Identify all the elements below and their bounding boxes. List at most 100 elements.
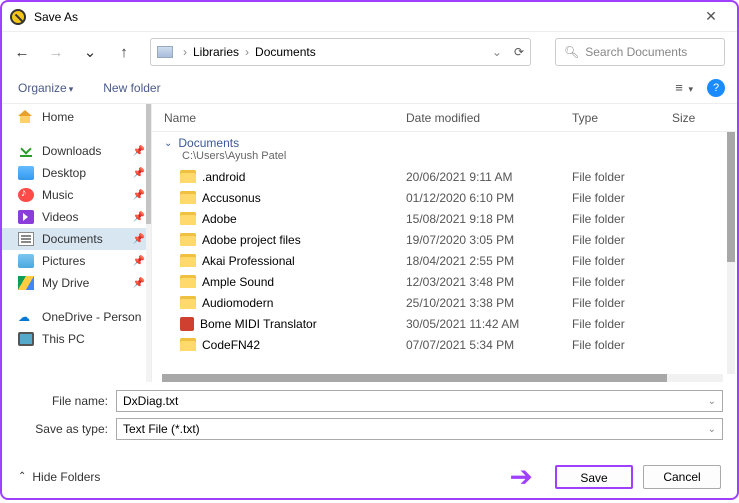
file-type: File folder <box>572 233 672 247</box>
new-folder-button[interactable]: New folder <box>99 79 164 97</box>
sidebar-item-label: Documents <box>42 232 103 246</box>
view-mode-button[interactable]: ≡ ▾ <box>675 80 693 95</box>
file-name: CodeFN42 <box>202 338 260 352</box>
pin-icon: 📌 <box>133 212 145 223</box>
sidebar-item-label: OneDrive - Person <box>42 310 141 324</box>
crumb-libraries[interactable]: Libraries <box>193 45 239 59</box>
group-path: C:\Users\Ayush Patel <box>152 150 737 166</box>
search-input[interactable]: 🔍︎ Search Documents <box>555 38 725 66</box>
file-date: 12/03/2021 3:48 PM <box>406 275 572 289</box>
folder-icon <box>180 191 196 204</box>
back-icon[interactable]: ← <box>14 44 30 61</box>
col-date[interactable]: Date modified <box>406 111 572 125</box>
sidebar-item-music[interactable]: Music📌 <box>2 184 151 206</box>
file-name: Adobe <box>202 212 237 226</box>
save-type-select[interactable]: Text File (*.txt)⌄ <box>116 418 723 440</box>
sidebar-item-mydrive[interactable]: My Drive📌 <box>2 272 151 294</box>
close-icon[interactable]: ✕ <box>693 8 729 25</box>
sidebar-scrollbar[interactable] <box>146 104 151 382</box>
sidebar-item-label: Desktop <box>42 166 86 180</box>
sidebar-item-home[interactable]: Home <box>2 106 151 128</box>
nav-row: ← → ⌄ ↑ › Libraries › Documents ⌄ ⟳ 🔍︎ S… <box>2 32 737 72</box>
file-name-input[interactable]: DxDiag.txt⌄ <box>116 390 723 412</box>
file-type: File folder <box>572 170 672 184</box>
table-row[interactable]: Adobe project files 19/07/2020 3:05 PMFil… <box>152 229 737 250</box>
table-row[interactable]: Akai Professional18/04/2021 2:55 PMFile … <box>152 250 737 271</box>
pin-icon: 📌 <box>133 190 145 201</box>
file-type: File folder <box>572 317 672 331</box>
desktop-icon <box>18 166 34 180</box>
col-size[interactable]: Size <box>672 111 722 125</box>
col-type[interactable]: Type <box>572 111 672 125</box>
chevron-right-icon: › <box>245 45 249 59</box>
pin-icon: 📌 <box>133 168 145 179</box>
file-name: Bome MIDI Translator <box>200 317 317 331</box>
file-name: .android <box>202 170 245 184</box>
file-name: Ample Sound <box>202 275 274 289</box>
file-type: File folder <box>572 212 672 226</box>
folder-icon <box>180 170 196 183</box>
search-icon: 🔍︎ <box>564 45 579 59</box>
file-date: 25/10/2021 3:38 PM <box>406 296 572 310</box>
chevron-down-icon: ⌄ <box>164 138 172 149</box>
forward-icon[interactable]: → <box>48 44 64 61</box>
drive-icon <box>157 46 173 58</box>
sidebar-item-downloads[interactable]: Downloads📌 <box>2 140 151 162</box>
app-icon <box>180 317 194 331</box>
up-icon[interactable]: ↑ <box>116 44 132 61</box>
breadcrumb[interactable]: › Libraries › Documents ⌄ ⟳ <box>150 38 531 66</box>
chevron-down-icon[interactable]: ⌄ <box>708 396 716 407</box>
table-row[interactable]: CodeFN4207/07/2021 5:34 PMFile folder <box>152 334 737 355</box>
pin-icon: 📌 <box>133 234 145 245</box>
file-name: Adobe project files <box>202 233 301 247</box>
hide-folders-button[interactable]: ⌃Hide Folders <box>18 470 100 484</box>
downloads-icon <box>18 144 34 158</box>
pin-icon: 📌 <box>133 256 145 267</box>
sidebar-item-documents[interactable]: Documents 📌 <box>2 228 151 250</box>
refresh-icon[interactable]: ⟳ <box>514 45 524 59</box>
file-type: File folder <box>572 275 672 289</box>
app-icon <box>10 9 26 25</box>
folder-icon <box>180 233 196 246</box>
chevron-down-icon[interactable]: ⌄ <box>708 424 716 435</box>
bottom-bar: ⌃Hide Folders ➔ Save Cancel <box>2 450 737 503</box>
file-name: Akai Professional <box>202 254 295 268</box>
table-row[interactable]: Bome MIDI Translator30/05/2021 11:42 AMF… <box>152 313 737 334</box>
sidebar-item-thispc[interactable]: This PC <box>2 328 151 350</box>
table-row[interactable]: .android 20/06/2021 9:11 AMFile folder <box>152 166 737 187</box>
vertical-scrollbar[interactable] <box>727 132 735 374</box>
crumb-documents[interactable]: Documents <box>255 45 316 59</box>
folder-icon <box>180 338 196 351</box>
home-icon <box>18 110 34 124</box>
folder-icon <box>180 254 196 267</box>
sidebar-item-videos[interactable]: Videos📌 <box>2 206 151 228</box>
sidebar-item-desktop[interactable]: Desktop 📌 <box>2 162 151 184</box>
cancel-button[interactable]: Cancel <box>643 465 721 489</box>
column-headers: Name Date modified Type Size <box>152 104 737 132</box>
pin-icon: 📌 <box>133 146 145 157</box>
horizontal-scrollbar[interactable] <box>162 374 723 382</box>
folder-icon <box>180 296 196 309</box>
music-icon <box>18 188 34 202</box>
chevron-down-icon[interactable]: ⌄ <box>492 45 502 59</box>
save-button[interactable]: Save <box>555 465 633 489</box>
file-name: Audiomodern <box>202 296 273 310</box>
sidebar-item-pictures[interactable]: Pictures📌 <box>2 250 151 272</box>
help-icon[interactable]: ? <box>707 79 725 97</box>
file-date: 20/06/2021 9:11 AM <box>406 170 572 184</box>
table-row[interactable]: Accusonus01/12/2020 6:10 PMFile folder <box>152 187 737 208</box>
col-name[interactable]: Name <box>164 111 406 125</box>
toolbar: Organize▾ New folder ≡ ▾ ? <box>2 72 737 104</box>
table-row[interactable]: Audiomodern25/10/2021 3:38 PMFile folder <box>152 292 737 313</box>
pin-icon: 📌 <box>133 278 145 289</box>
sidebar-item-onedrive[interactable]: ☁OneDrive - Person <box>2 306 151 328</box>
file-date: 19/07/2020 3:05 PM <box>406 233 572 247</box>
table-row[interactable]: Adobe15/08/2021 9:18 PMFile folder <box>152 208 737 229</box>
file-type: File folder <box>572 191 672 205</box>
organize-button[interactable]: Organize▾ <box>14 79 77 97</box>
recent-locations-icon[interactable]: ⌄ <box>82 43 98 61</box>
sidebar-item-label: This PC <box>42 332 85 346</box>
table-row[interactable]: Ample Sound 12/03/2021 3:48 PMFile folder <box>152 271 737 292</box>
documents-icon <box>18 232 34 246</box>
group-header[interactable]: ⌄Documents <box>152 132 737 150</box>
